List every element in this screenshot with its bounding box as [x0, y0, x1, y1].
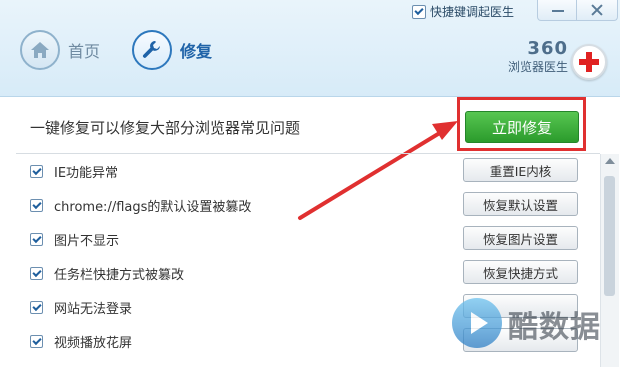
item-action-button[interactable]: 恢复图片设置 [463, 226, 578, 250]
item-label: 图片不显示 [54, 234, 120, 249]
item-label: 视频播放花屏 [54, 336, 133, 351]
item-checkbox[interactable] [30, 267, 43, 280]
item-checkbox[interactable] [30, 199, 43, 212]
item-label: 网站无法登录 [54, 302, 133, 317]
item-checkbox[interactable] [30, 335, 43, 348]
scroll-up-icon[interactable] [605, 158, 615, 164]
item-label: 任务栏快捷方式被篡改 [54, 268, 185, 283]
list-item: 图片不显示 恢复图片设置 [0, 223, 600, 257]
item-action-button[interactable]: 重置IE内核 [463, 158, 578, 182]
list-item: chrome://flags的默认设置被篡改 恢复默认设置 [0, 189, 600, 223]
item-checkbox[interactable] [30, 301, 43, 314]
list-item: IE功能异常 重置IE内核 [0, 155, 600, 189]
item-checkbox[interactable] [30, 165, 43, 178]
item-checkbox[interactable] [30, 233, 43, 246]
item-label: chrome://flags的默认设置被篡改 [54, 200, 252, 215]
item-label: IE功能异常 [54, 166, 119, 181]
watermark: 酷数据 [448, 292, 618, 362]
scroll-thumb[interactable] [604, 176, 615, 296]
list-item: 任务栏快捷方式被篡改 恢复快捷方式 [0, 257, 600, 291]
item-action-button[interactable]: 恢复快捷方式 [463, 260, 578, 284]
item-action-button[interactable]: 恢复默认设置 [463, 192, 578, 216]
divider [16, 153, 600, 154]
play-logo-icon [452, 298, 502, 348]
watermark-text: 酷数据 [508, 310, 601, 345]
